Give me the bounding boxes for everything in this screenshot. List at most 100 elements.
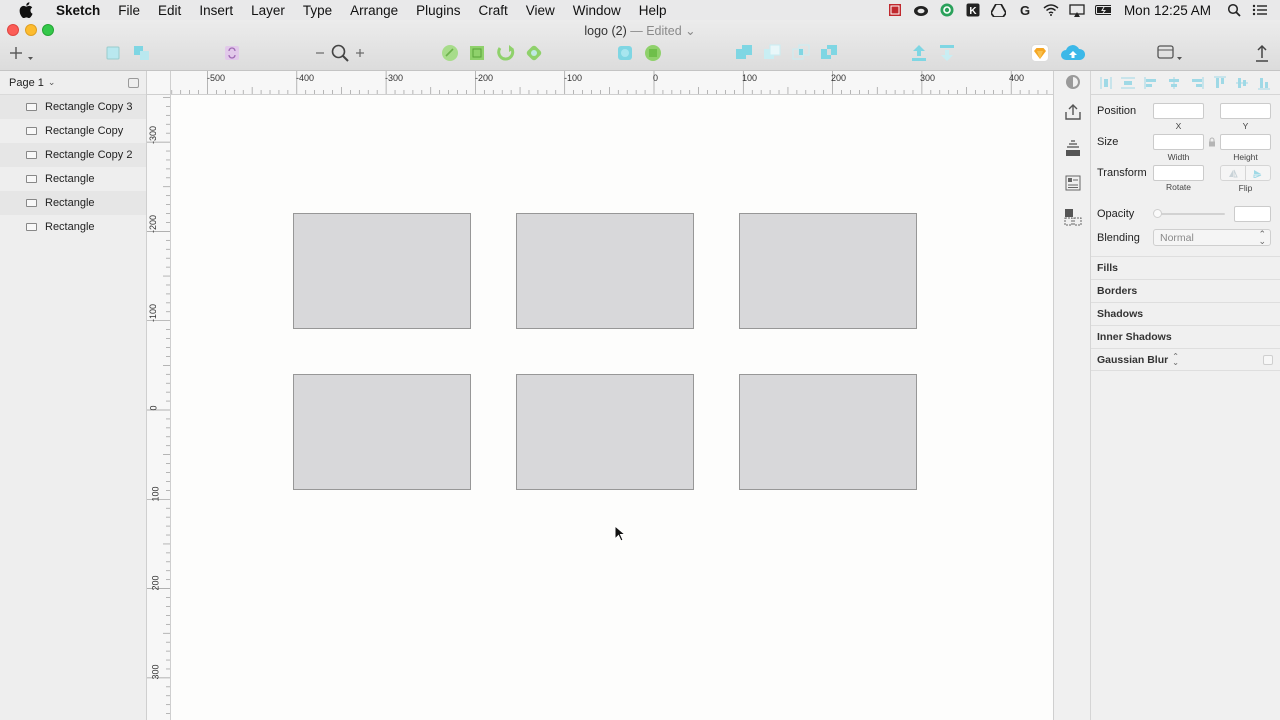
menu-file[interactable]: File	[109, 3, 149, 18]
align-left-icon[interactable]	[1144, 76, 1158, 89]
menu-arrange[interactable]: Arrange	[341, 3, 407, 18]
layer-item[interactable]: Rectangle Copy 3	[0, 95, 146, 119]
backward-icon[interactable]	[937, 44, 957, 62]
shadows-section[interactable]: Shadows	[1091, 302, 1280, 325]
intersect-icon[interactable]	[791, 44, 811, 62]
flatten-icon[interactable]	[524, 44, 544, 62]
grammarly-icon[interactable]	[939, 3, 955, 17]
share-export-icon[interactable]	[1063, 101, 1083, 123]
rectangle-shape[interactable]	[293, 213, 471, 329]
craft-library-icon[interactable]	[1063, 172, 1083, 194]
menu-layer[interactable]: Layer	[242, 3, 294, 18]
craft-stack-icon[interactable]	[1063, 137, 1083, 159]
rectangle-shape[interactable]	[516, 213, 694, 329]
battery-icon[interactable]	[1094, 3, 1111, 17]
inner-shadows-section[interactable]: Inner Shadows	[1091, 325, 1280, 348]
export-icon[interactable]	[1254, 44, 1270, 62]
gaussian-blur-section[interactable]: Gaussian Blur ⌃ ⌄	[1091, 348, 1280, 371]
airplay-icon[interactable]	[1069, 3, 1085, 17]
borders-section[interactable]: Borders	[1091, 279, 1280, 302]
rotate-field[interactable]	[1153, 165, 1204, 181]
rectangle-shape[interactable]	[739, 213, 917, 329]
subtract-icon[interactable]	[762, 44, 782, 62]
zoom-icon[interactable]	[330, 44, 350, 62]
edited-status[interactable]: — Edited	[630, 24, 681, 38]
sketch-plugin-icon[interactable]	[1063, 71, 1083, 93]
chevron-down-icon[interactable]: ⌄	[685, 24, 695, 38]
align-top-icon[interactable]	[1213, 76, 1226, 89]
collapse-pages-icon[interactable]	[128, 78, 139, 88]
insert-button[interactable]	[8, 44, 34, 62]
scale-icon[interactable]	[643, 44, 663, 62]
width-field[interactable]	[1153, 134, 1204, 150]
rectangle-shape[interactable]	[739, 374, 917, 490]
menu-app-name[interactable]: Sketch	[47, 3, 109, 18]
edit-path-icon[interactable]	[440, 44, 460, 62]
rectangle-shape[interactable]	[516, 374, 694, 490]
canvas[interactable]	[171, 95, 1053, 720]
align-middle-icon[interactable]	[1236, 77, 1249, 89]
position-y-field[interactable]	[1220, 103, 1271, 119]
position-x-field[interactable]	[1153, 103, 1204, 119]
chevron-down-icon[interactable]: ⌄	[48, 77, 56, 88]
blending-select[interactable]: Normal ⌃ ⌄	[1153, 229, 1271, 246]
k-app-icon[interactable]: K	[965, 3, 981, 17]
union-icon[interactable]	[734, 44, 754, 62]
blur-toggle-checkbox[interactable]	[1263, 355, 1273, 365]
difference-icon[interactable]	[819, 44, 839, 62]
flip-vertical-icon[interactable]	[1246, 166, 1270, 180]
cloud-upload-icon[interactable]	[1060, 44, 1086, 62]
creative-cloud-icon[interactable]	[913, 3, 929, 17]
layer-item[interactable]: Rectangle Copy	[0, 119, 146, 143]
g-icon[interactable]: G	[1017, 3, 1033, 17]
opacity-field[interactable]	[1234, 206, 1271, 222]
craft-duplicate-icon[interactable]	[1063, 206, 1083, 228]
layer-item[interactable]: Rectangle Copy 2	[0, 143, 146, 167]
group-icon[interactable]	[104, 44, 122, 62]
menu-view[interactable]: View	[517, 3, 564, 18]
mask-icon[interactable]	[615, 44, 635, 62]
google-drive-icon[interactable]	[991, 3, 1007, 17]
align-right-icon[interactable]	[1190, 76, 1204, 89]
sketch-mirror-icon[interactable]	[1030, 44, 1050, 62]
zoom-out-button[interactable]	[314, 44, 326, 62]
page-selector[interactable]: Page 1 ⌄	[0, 71, 146, 95]
menu-type[interactable]: Type	[294, 3, 341, 18]
lock-icon[interactable]	[1208, 136, 1216, 150]
layer-item[interactable]: Rectangle	[0, 167, 146, 191]
create-symbol-icon[interactable]	[223, 44, 241, 62]
menu-window[interactable]: Window	[564, 3, 630, 18]
opacity-slider-knob[interactable]	[1153, 209, 1162, 218]
horizontal-ruler[interactable]: -500 -400 -300 -200 -100 0 100 200 300 4…	[171, 71, 1053, 95]
align-center-icon[interactable]	[1167, 76, 1181, 89]
transform-icon[interactable]	[467, 44, 487, 62]
zoom-in-button[interactable]	[354, 44, 366, 62]
menu-edit[interactable]: Edit	[149, 3, 190, 18]
flip-horizontal-icon[interactable]	[1221, 166, 1246, 180]
wifi-icon[interactable]	[1043, 3, 1059, 17]
apple-icon[interactable]	[17, 2, 35, 18]
distribute-horizontal-icon[interactable]	[1099, 76, 1112, 89]
spotlight-search-icon[interactable]	[1226, 3, 1242, 17]
menu-plugins[interactable]: Plugins	[407, 3, 469, 18]
menu-insert[interactable]: Insert	[190, 3, 242, 18]
updown-chevron-icon[interactable]: ⌃ ⌄	[1172, 352, 1179, 366]
rotate-icon[interactable]	[495, 44, 517, 62]
ungroup-icon[interactable]	[132, 44, 152, 62]
view-options-icon[interactable]	[1157, 44, 1183, 62]
red-app-status-icon[interactable]	[887, 3, 903, 17]
align-bottom-icon[interactable]	[1258, 77, 1271, 89]
opacity-slider[interactable]	[1153, 209, 1225, 218]
notification-center-icon[interactable]	[1252, 3, 1268, 17]
menu-help[interactable]: Help	[630, 3, 676, 18]
distribute-vertical-icon[interactable]	[1121, 77, 1136, 89]
forward-icon[interactable]	[909, 44, 929, 62]
menu-craft[interactable]: Craft	[469, 3, 516, 18]
layer-item[interactable]: Rectangle	[0, 215, 146, 239]
height-field[interactable]	[1220, 134, 1271, 150]
menubar-clock[interactable]: Mon 12:25 AM	[1124, 3, 1211, 18]
vertical-ruler[interactable]: -300 -200 -100 0 100 200 300	[147, 95, 171, 720]
rectangle-shape[interactable]	[293, 374, 471, 490]
layer-item[interactable]: Rectangle	[0, 191, 146, 215]
fills-section[interactable]: Fills	[1091, 256, 1280, 279]
